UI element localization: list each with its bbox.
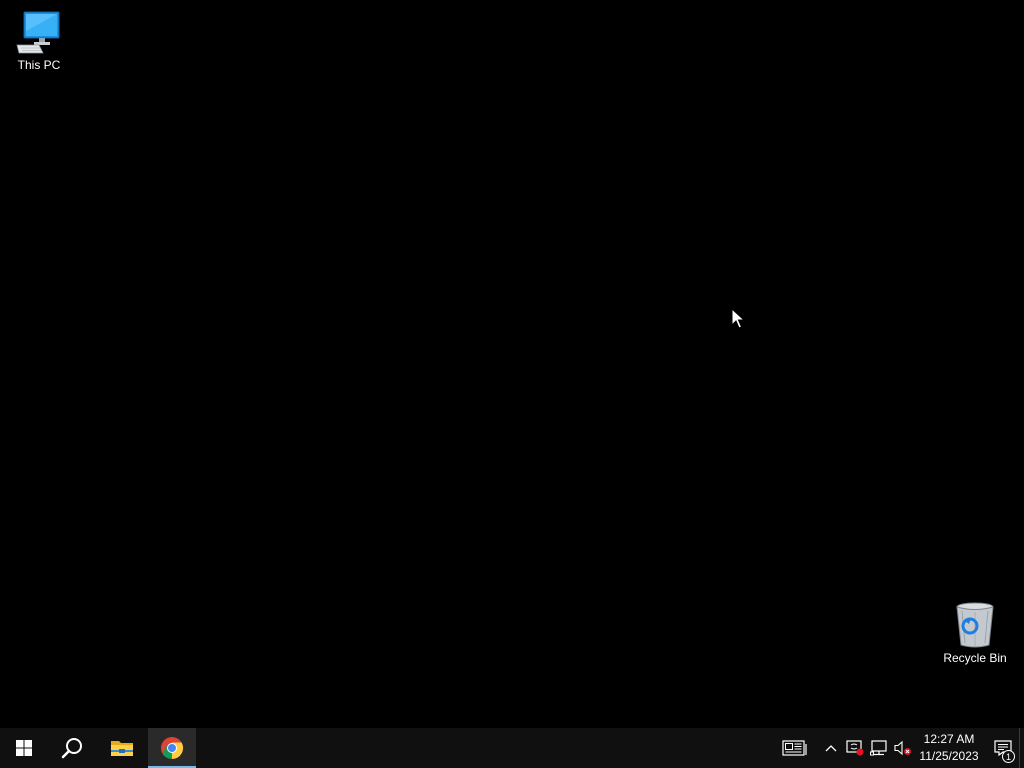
taskbar-google-chrome[interactable]	[148, 728, 196, 768]
tray-network-button[interactable]	[867, 728, 891, 768]
show-hidden-icons-button[interactable]	[819, 728, 843, 768]
chrome-icon	[161, 737, 184, 759]
folder-icon	[111, 741, 133, 756]
desktop[interactable]: This PC Recycle Bin	[0, 0, 1024, 728]
desktop-icon-this-pc[interactable]: This PC	[1, 8, 77, 72]
windows-logo-icon	[16, 740, 32, 756]
search-button[interactable]	[48, 728, 96, 768]
chevron-up-icon	[825, 745, 837, 752]
taskbar-file-explorer[interactable]	[98, 728, 146, 768]
recycle-bin-icon	[951, 601, 999, 649]
notification-count-badge: 1	[1002, 750, 1015, 763]
taskbar-clock[interactable]: 12:27 AM 11/25/2023	[917, 728, 981, 768]
security-warning-icon	[846, 740, 864, 756]
volume-muted-icon	[894, 740, 911, 756]
this-pc-icon	[15, 8, 63, 56]
desktop-icon-recycle-bin[interactable]: Recycle Bin	[937, 601, 1013, 665]
news-and-interests-button[interactable]	[775, 728, 815, 768]
start-button[interactable]	[0, 728, 48, 768]
desktop-icon-label: Recycle Bin	[943, 651, 1007, 665]
clock-date: 11/25/2023	[919, 749, 979, 763]
desktop-icon-label: This PC	[17, 58, 61, 72]
search-icon	[61, 738, 82, 759]
action-center-button[interactable]: 1	[987, 728, 1019, 768]
taskbar: 12:27 AM 11/25/2023 1	[0, 728, 1024, 768]
tray-security-button[interactable]	[843, 728, 867, 768]
network-icon	[870, 740, 887, 756]
news-and-interests-icon	[782, 740, 807, 756]
mouse-cursor-icon	[731, 308, 745, 329]
tray-volume-button[interactable]	[891, 728, 915, 768]
clock-time: 12:27 AM	[923, 732, 975, 746]
show-desktop-button[interactable]	[1019, 728, 1024, 768]
